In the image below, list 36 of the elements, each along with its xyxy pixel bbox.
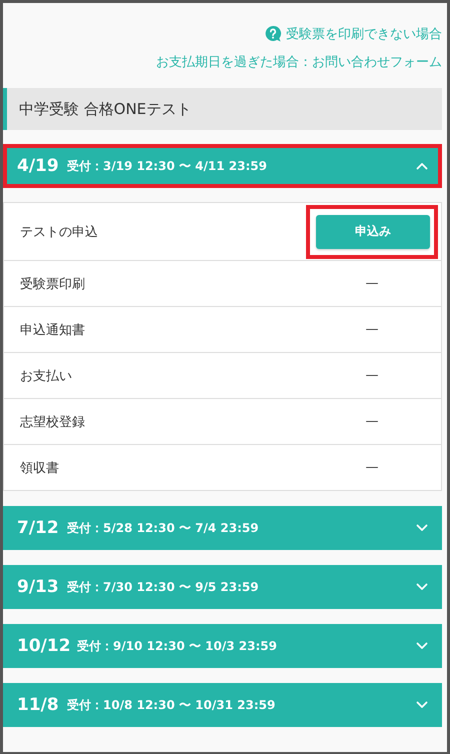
status-dash: —	[366, 460, 378, 475]
question-bubble-icon	[264, 25, 282, 43]
step-label: テストの申込	[20, 224, 99, 240]
session-header[interactable]: 11/8 受付：10/8 12:30 〜 10/31 23:59	[3, 683, 442, 727]
status-dash: —	[366, 322, 378, 337]
reception-period: 受付：10/8 12:30 〜 10/31 23:59	[67, 696, 276, 714]
session-date: 10/12	[17, 636, 72, 656]
session-header[interactable]: 4/19 受付：3/19 12:30 〜 4/11 23:59	[7, 148, 438, 184]
step-label: お支払い	[20, 368, 73, 384]
chevron-up-icon	[416, 162, 428, 170]
chevron-down-icon	[416, 583, 428, 591]
step-label: 領収書	[20, 460, 60, 476]
apply-button[interactable]: 申込み	[316, 214, 430, 248]
chevron-down-icon	[416, 701, 428, 709]
step-label: 志望校登録	[20, 414, 86, 430]
status-dash: —	[366, 368, 378, 383]
session-date: 9/13	[17, 577, 60, 597]
session-date: 11/8	[17, 695, 60, 715]
section-heading: 中学受験 合格ONEテスト	[3, 88, 442, 130]
session-date: 7/12	[17, 518, 60, 538]
step-label: 受験票印刷	[20, 276, 86, 292]
session-header[interactable]: 7/12 受付：5/28 12:30 〜 7/4 23:59	[3, 506, 442, 550]
reception-period: 受付：5/28 12:30 〜 7/4 23:59	[67, 520, 260, 536]
contact-form-link[interactable]: お支払期日を過ぎた場合：お問い合わせフォーム	[156, 53, 442, 71]
help-link[interactable]: 受験票を印刷できない場合	[264, 25, 442, 43]
status-dash: —	[366, 276, 378, 291]
status-dash: —	[366, 414, 378, 429]
session-date: 4/19	[17, 156, 60, 176]
step-label: 申込通知書	[20, 322, 86, 338]
reception-period: 受付：9/10 12:30 〜 10/3 23:59	[77, 638, 278, 654]
chevron-down-icon	[416, 524, 428, 532]
session-header[interactable]: 9/13 受付：7/30 12:30 〜 9/5 23:59	[3, 565, 442, 609]
session-header[interactable]: 10/12 受付：9/10 12:30 〜 10/3 23:59	[3, 624, 442, 668]
reception-period: 受付：3/19 12:30 〜 4/11 23:59	[67, 158, 268, 174]
reception-period: 受付：7/30 12:30 〜 9/5 23:59	[67, 578, 260, 596]
chevron-down-icon	[416, 642, 428, 650]
